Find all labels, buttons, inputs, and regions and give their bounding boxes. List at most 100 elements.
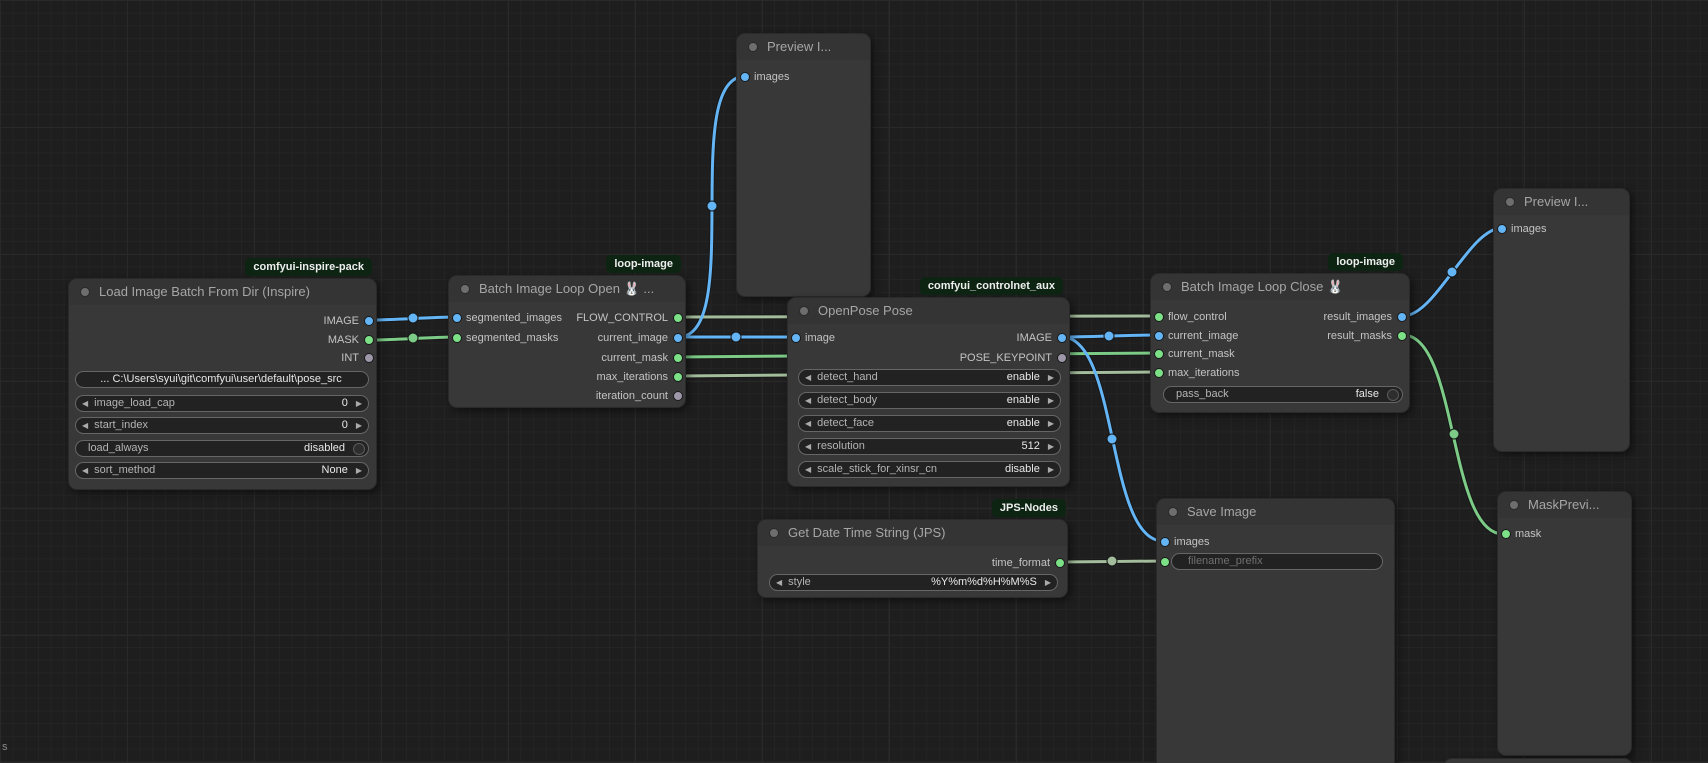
next-option-arrow-icon[interactable]: ▶	[1039, 575, 1057, 590]
string-slot-dot[interactable]	[1160, 557, 1170, 567]
node-save-image[interactable]: Save Image images filename_prefix	[1156, 498, 1395, 763]
input-segmented-masks[interactable]: segmented_masks	[449, 329, 558, 347]
increment-arrow-icon[interactable]: ▶	[1042, 439, 1060, 454]
detect-body-widget[interactable]: ◀ detect_body enable ▶	[798, 392, 1061, 409]
output-image[interactable]: IMAGE	[324, 312, 376, 330]
next-option-arrow-icon[interactable]: ▶	[1042, 370, 1060, 385]
node-title: Preview I...	[737, 34, 870, 60]
mask-slot-dot[interactable]	[1154, 349, 1164, 359]
output-mask[interactable]: MASK	[328, 331, 376, 349]
int-slot-dot[interactable]	[364, 353, 374, 363]
int-slot-dot[interactable]	[1154, 368, 1164, 378]
mask-slot-dot[interactable]	[452, 333, 462, 343]
detect-face-widget[interactable]: ◀ detect_face enable ▶	[798, 415, 1061, 432]
load-always-toggle[interactable]: load_always disabled	[75, 440, 369, 457]
decrement-arrow-icon[interactable]: ◀	[76, 396, 94, 411]
node-preview-image-right[interactable]: Preview I... images	[1493, 188, 1630, 452]
output-result-masks[interactable]: result_masks	[1327, 327, 1409, 345]
input-segmented-images[interactable]: segmented_images	[449, 309, 562, 327]
output-current-image[interactable]: current_image	[598, 329, 685, 347]
next-option-arrow-icon[interactable]: ▶	[1042, 393, 1060, 408]
image-slot-dot[interactable]	[1160, 537, 1170, 547]
node-get-date-time-string[interactable]: JPS-Nodes Get Date Time String (JPS) tim…	[757, 519, 1068, 598]
output-max-iterations[interactable]: max_iterations	[596, 368, 685, 386]
pose-keypoint-slot-dot[interactable]	[1057, 353, 1067, 363]
output-current-mask[interactable]: current_mask	[601, 349, 685, 367]
decrement-arrow-icon[interactable]: ◀	[799, 439, 817, 454]
image-slot-dot[interactable]	[1057, 333, 1067, 343]
flow-control-slot-dot[interactable]	[673, 313, 683, 323]
output-image[interactable]: IMAGE	[1017, 329, 1069, 347]
input-current-image[interactable]: current_image	[1151, 327, 1238, 345]
increment-arrow-icon[interactable]: ▶	[350, 396, 368, 411]
resolution-widget[interactable]: ◀ resolution 512 ▶	[798, 438, 1061, 455]
input-current-mask[interactable]: current_mask	[1151, 345, 1235, 363]
directory-widget[interactable]: ... C:\Users\syui\git\comfyui\user\defau…	[75, 371, 369, 388]
image-slot-dot[interactable]	[673, 333, 683, 343]
input-filename-prefix[interactable]	[1157, 553, 1171, 571]
prev-option-arrow-icon[interactable]: ◀	[770, 575, 788, 590]
node-graph-canvas[interactable]: comfyui-inspire-pack Load Image Batch Fr…	[0, 0, 1708, 763]
prev-option-arrow-icon[interactable]: ◀	[799, 393, 817, 408]
toggle-knob-icon[interactable]	[353, 443, 365, 455]
detect-hand-widget[interactable]: ◀ detect_hand enable ▶	[798, 369, 1061, 386]
output-pose-keypoint[interactable]: POSE_KEYPOINT	[960, 349, 1069, 367]
int-slot-dot[interactable]	[673, 372, 683, 382]
input-flow-control[interactable]: flow_control	[1151, 308, 1227, 326]
filename-prefix-widget[interactable]: filename_prefix	[1171, 553, 1383, 570]
prev-option-arrow-icon[interactable]: ◀	[799, 462, 817, 477]
input-images[interactable]: images	[1494, 220, 1546, 238]
output-iteration-count[interactable]: iteration_count	[596, 387, 685, 405]
increment-arrow-icon[interactable]: ▶	[350, 418, 368, 433]
node-pack-badge: loop-image	[1328, 253, 1403, 271]
output-result-images[interactable]: result_images	[1324, 308, 1409, 326]
prev-option-arrow-icon[interactable]: ◀	[799, 416, 817, 431]
image-slot-dot[interactable]	[452, 313, 462, 323]
output-flow-control[interactable]: FLOW_CONTROL	[576, 309, 685, 327]
scale-stick-widget[interactable]: ◀ scale_stick_for_xinsr_cn disable ▶	[798, 461, 1061, 478]
flow-control-slot-dot[interactable]	[1154, 312, 1164, 322]
output-int[interactable]: INT	[341, 349, 376, 367]
style-widget[interactable]: ◀ style %Y%m%d%H%M%S ▶	[769, 574, 1058, 591]
node-partial-bottom[interactable]	[1443, 758, 1633, 763]
image-slot-dot[interactable]	[1154, 331, 1164, 341]
image-slot-dot[interactable]	[791, 333, 801, 343]
input-images[interactable]: images	[737, 68, 789, 86]
node-preview-image-top[interactable]: Preview I... images	[736, 33, 871, 297]
next-option-arrow-icon[interactable]: ▶	[1042, 462, 1060, 477]
pass-back-toggle[interactable]: pass_back false	[1163, 386, 1403, 403]
mask-slot-dot[interactable]	[364, 335, 374, 345]
image-slot-dot[interactable]	[740, 72, 750, 82]
node-openpose-pose[interactable]: comfyui_controlnet_aux OpenPose Pose ima…	[787, 297, 1070, 487]
prev-option-arrow-icon[interactable]: ◀	[76, 463, 94, 478]
mask-slot-dot[interactable]	[1397, 331, 1407, 341]
node-load-image-batch[interactable]: comfyui-inspire-pack Load Image Batch Fr…	[68, 278, 377, 490]
output-time-format[interactable]: time_format	[992, 554, 1067, 572]
sort-method-widget[interactable]: ◀ sort_method None ▶	[75, 462, 369, 479]
string-slot-dot[interactable]	[1055, 558, 1065, 568]
node-status-dot	[748, 42, 758, 52]
decrement-arrow-icon[interactable]: ◀	[76, 418, 94, 433]
node-pack-badge: comfyui-inspire-pack	[245, 258, 372, 276]
mask-slot-dot[interactable]	[1501, 529, 1511, 539]
mask-slot-dot[interactable]	[673, 353, 683, 363]
prev-option-arrow-icon[interactable]: ◀	[799, 370, 817, 385]
node-mask-preview[interactable]: MaskPrevi... mask	[1497, 491, 1632, 756]
next-option-arrow-icon[interactable]: ▶	[1042, 416, 1060, 431]
input-image[interactable]: image	[788, 329, 835, 347]
image-slot-dot[interactable]	[364, 316, 374, 326]
image-load-cap-widget[interactable]: ◀ image_load_cap 0 ▶	[75, 395, 369, 412]
input-mask[interactable]: mask	[1498, 525, 1541, 543]
toggle-knob-icon[interactable]	[1387, 389, 1399, 401]
input-max-iterations[interactable]: max_iterations	[1151, 364, 1240, 382]
node-status-dot	[769, 528, 779, 538]
image-slot-dot[interactable]	[1397, 312, 1407, 322]
node-batch-image-loop-close[interactable]: loop-image Batch Image Loop Close 🐰 flow…	[1150, 273, 1410, 413]
input-images[interactable]: images	[1157, 533, 1209, 551]
start-index-widget[interactable]: ◀ start_index 0 ▶	[75, 417, 369, 434]
int-slot-dot[interactable]	[673, 391, 683, 401]
node-batch-image-loop-open[interactable]: loop-image Batch Image Loop Open 🐰 ... s…	[448, 275, 686, 408]
node-pack-badge: JPS-Nodes	[992, 499, 1066, 517]
image-slot-dot[interactable]	[1497, 224, 1507, 234]
next-option-arrow-icon[interactable]: ▶	[350, 463, 368, 478]
